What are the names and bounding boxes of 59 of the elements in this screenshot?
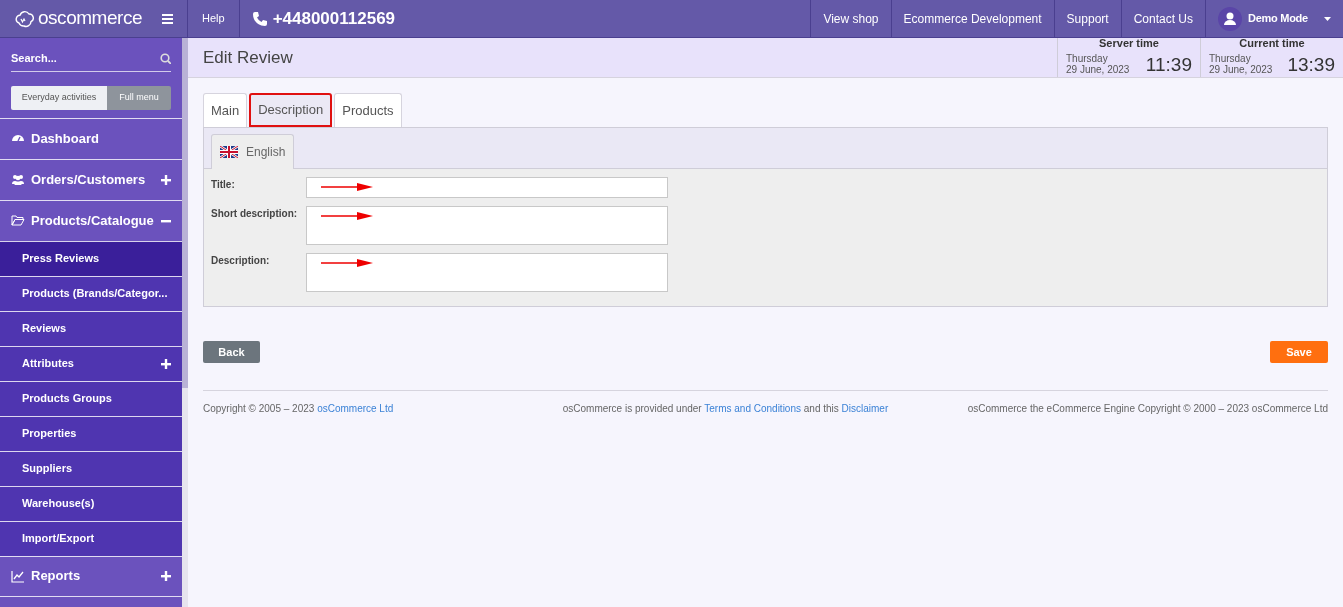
search-field[interactable]: Search... (11, 50, 160, 67)
flag-icon (220, 146, 238, 158)
clock-date: 29 June, 2023 (1209, 63, 1273, 75)
clock-time: 11:39 (1144, 55, 1192, 77)
footer-text: Copyright © 2005 – 2023 osCommerce Ltd (203, 402, 395, 415)
phone-number: +448000112569 (272, 7, 396, 30)
footer-link[interactable]: osCommerce Ltd (317, 403, 394, 414)
scrollbar-thumb[interactable] (182, 38, 188, 388)
sidebar-subitem[interactable]: Attributes (0, 345, 182, 381)
plus-icon[interactable] (161, 174, 171, 185)
sidebar-subitem[interactable]: Press Reviews (0, 240, 182, 276)
field-label: Description: (211, 254, 271, 268)
top-menu-link[interactable]: Support (1053, 0, 1121, 37)
sidebar-subitem[interactable]: Properties (0, 415, 182, 451)
clock-day: Thursday (1066, 52, 1130, 64)
sidebar-subitem[interactable]: Import/Export (0, 520, 182, 556)
logo-text: oscommerce (38, 6, 142, 31)
mode-tab[interactable]: Everyday activities (11, 85, 107, 110)
avatar-icon (1218, 6, 1242, 31)
footer-link[interactable]: Terms and Conditions (704, 403, 801, 414)
top-menu-link[interactable]: Contact Us (1120, 0, 1205, 37)
tab[interactable]: Description (249, 93, 333, 127)
user-menu[interactable]: Demo Mode (1205, 0, 1343, 37)
mode-tab[interactable]: Full menu (107, 85, 171, 110)
top-menu-link[interactable]: Ecommerce Development (890, 0, 1054, 37)
users-icon (11, 173, 25, 186)
clock-time: 13:39 (1286, 55, 1335, 77)
field-label: Short description: (211, 207, 299, 221)
clock-label: Server time (1099, 37, 1159, 49)
page-title: Edit Review (202, 46, 294, 69)
caret-icon (1324, 16, 1331, 21)
phone-icon (251, 11, 267, 26)
sidebar-subitem[interactable]: Warehouse(s) (0, 485, 182, 521)
footer-text: osCommerce the eCommerce Engine Copyright © 2000 – 2023 osCommerce Ltd (966, 402, 1328, 415)
menu-icon[interactable] (162, 13, 173, 24)
field-label: Title: (211, 178, 236, 192)
sidebar-subitem[interactable]: Products (Brands/Categor... (0, 275, 182, 311)
search-icon (160, 52, 171, 64)
help-link[interactable]: Help (188, 0, 240, 37)
language-tab[interactable]: English (211, 134, 295, 169)
footer-text: osCommerce is provided under Terms and Conditions and this Disclaimer (561, 402, 890, 415)
tab[interactable]: Products (334, 93, 402, 127)
sidebar-subitem[interactable]: Reviews (0, 310, 182, 346)
chart-icon (11, 569, 25, 583)
sidebar-subitem[interactable]: Suppliers (0, 450, 182, 486)
clock-date: 29 June, 2023 (1066, 63, 1130, 75)
back-button[interactable]: Back (203, 341, 260, 363)
sidebar-item[interactable]: Reports (0, 555, 182, 597)
sidebar-subitem[interactable]: Products Groups (0, 380, 182, 416)
text-input[interactable] (306, 177, 668, 198)
footer-link[interactable]: Disclaimer (841, 403, 889, 414)
folder-icon (11, 214, 25, 227)
top-menu-link[interactable]: View shop (810, 0, 891, 37)
plus-icon[interactable] (161, 571, 171, 581)
logo-icon (14, 8, 34, 29)
clock-day: Thursday (1209, 52, 1273, 64)
plus-icon[interactable] (161, 358, 171, 369)
clock-label: Current time (1239, 37, 1305, 49)
tab[interactable]: Main (203, 93, 248, 127)
